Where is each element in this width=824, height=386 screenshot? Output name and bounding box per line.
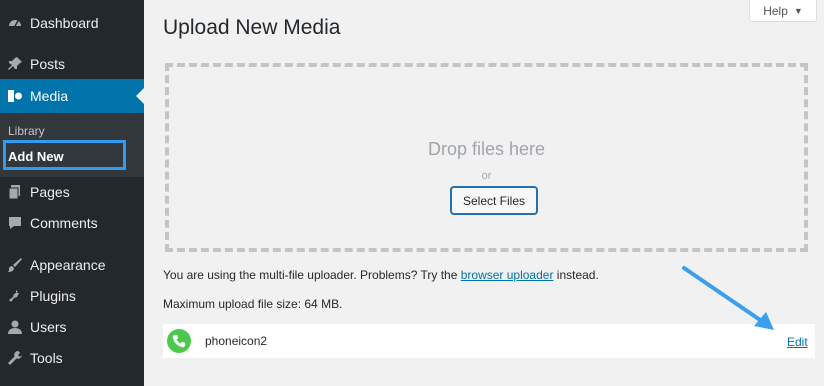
select-files-button[interactable]: Select Files — [451, 187, 537, 214]
plugin-icon — [6, 287, 24, 305]
media-icon — [6, 87, 24, 105]
sidebar-item-media[interactable]: Media — [0, 79, 144, 113]
drop-zone[interactable]: Drop files here or Select Files — [165, 63, 808, 252]
file-name: phoneicon2 — [205, 334, 268, 348]
sidebar-item-comments[interactable]: Comments — [0, 210, 144, 236]
sidebar-item-dashboard[interactable]: Dashboard — [0, 10, 144, 36]
uploader-note-prefix: You are using the multi-file uploader. P… — [163, 268, 461, 282]
help-label: Help — [763, 3, 788, 18]
caret-down-icon: ▼ — [793, 5, 803, 16]
sidebar-item-appearance[interactable]: Appearance — [0, 252, 144, 278]
sidebar-item-label: Pages — [30, 184, 70, 200]
sidebar-item-label: Dashboard — [30, 15, 99, 31]
uploader-note: You are using the multi-file uploader. P… — [163, 268, 599, 282]
sidebar-item-label: Appearance — [30, 257, 106, 273]
submenu-item-library[interactable]: Library — [8, 124, 45, 138]
wrench-icon — [6, 349, 24, 367]
comments-icon — [6, 214, 24, 232]
admin-sidebar: Dashboard Posts Media Library Add New Pa… — [0, 0, 144, 386]
sidebar-item-posts[interactable]: Posts — [0, 51, 144, 77]
max-upload-size: Maximum upload file size: 64 MB. — [163, 297, 343, 311]
drop-files-text: Drop files here — [427, 139, 546, 159]
sidebar-item-label: Posts — [30, 56, 66, 72]
sidebar-item-pages[interactable]: Pages — [0, 179, 144, 205]
pages-icon — [6, 183, 24, 201]
dashboard-icon — [6, 14, 24, 32]
brush-icon — [6, 256, 24, 274]
user-icon — [6, 318, 24, 336]
edit-link[interactable]: Edit — [787, 335, 808, 349]
sidebar-item-tools[interactable]: Tools — [0, 345, 144, 371]
sidebar-item-plugins[interactable]: Plugins — [0, 283, 144, 309]
highlight-box — [3, 140, 126, 170]
sidebar-item-users[interactable]: Users — [0, 314, 144, 340]
or-separator: or — [481, 170, 492, 182]
sidebar-item-label: Comments — [30, 215, 98, 231]
annotation-arrow — [682, 266, 774, 330]
help-button[interactable]: Help ▼ — [749, 0, 817, 22]
pin-icon — [6, 55, 24, 73]
active-indicator — [136, 88, 144, 104]
sidebar-item-label: Plugins — [30, 288, 76, 304]
uploader-note-suffix: instead. — [553, 268, 599, 282]
sidebar-item-label: Users — [30, 319, 67, 335]
browser-uploader-link[interactable]: browser uploader — [461, 268, 554, 282]
page-title: Upload New Media — [163, 16, 341, 39]
sidebar-item-label: Tools — [30, 350, 63, 366]
sidebar-item-label: Media — [30, 88, 69, 104]
phone-icon — [167, 329, 191, 353]
